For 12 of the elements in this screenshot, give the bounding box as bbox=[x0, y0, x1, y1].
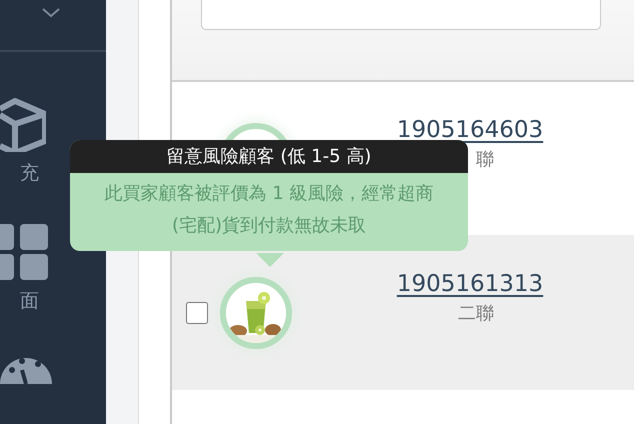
grid-icon[interactable] bbox=[0, 224, 48, 280]
order-number-link[interactable]: 1905164603 bbox=[396, 116, 544, 142]
chevron-down-icon[interactable] bbox=[42, 8, 60, 18]
tooltip-text: 此買家顧客被評價為 1 級風險，經常超商(宅配)貨到付款無故未取 bbox=[104, 182, 434, 238]
tooltip-title: 留意風險顧客 (低 1-5 高) bbox=[70, 140, 468, 173]
invoice-type: 聯 bbox=[476, 148, 494, 170]
search-field[interactable] bbox=[201, 0, 601, 30]
row-checkbox[interactable] bbox=[186, 302, 208, 324]
order-number-link[interactable]: 1905161313 bbox=[396, 270, 544, 296]
sidebar-label[interactable]: 面 bbox=[20, 288, 39, 314]
sidebar-label[interactable]: 充 bbox=[20, 160, 39, 186]
invoice-type: 二聯 bbox=[458, 302, 494, 324]
